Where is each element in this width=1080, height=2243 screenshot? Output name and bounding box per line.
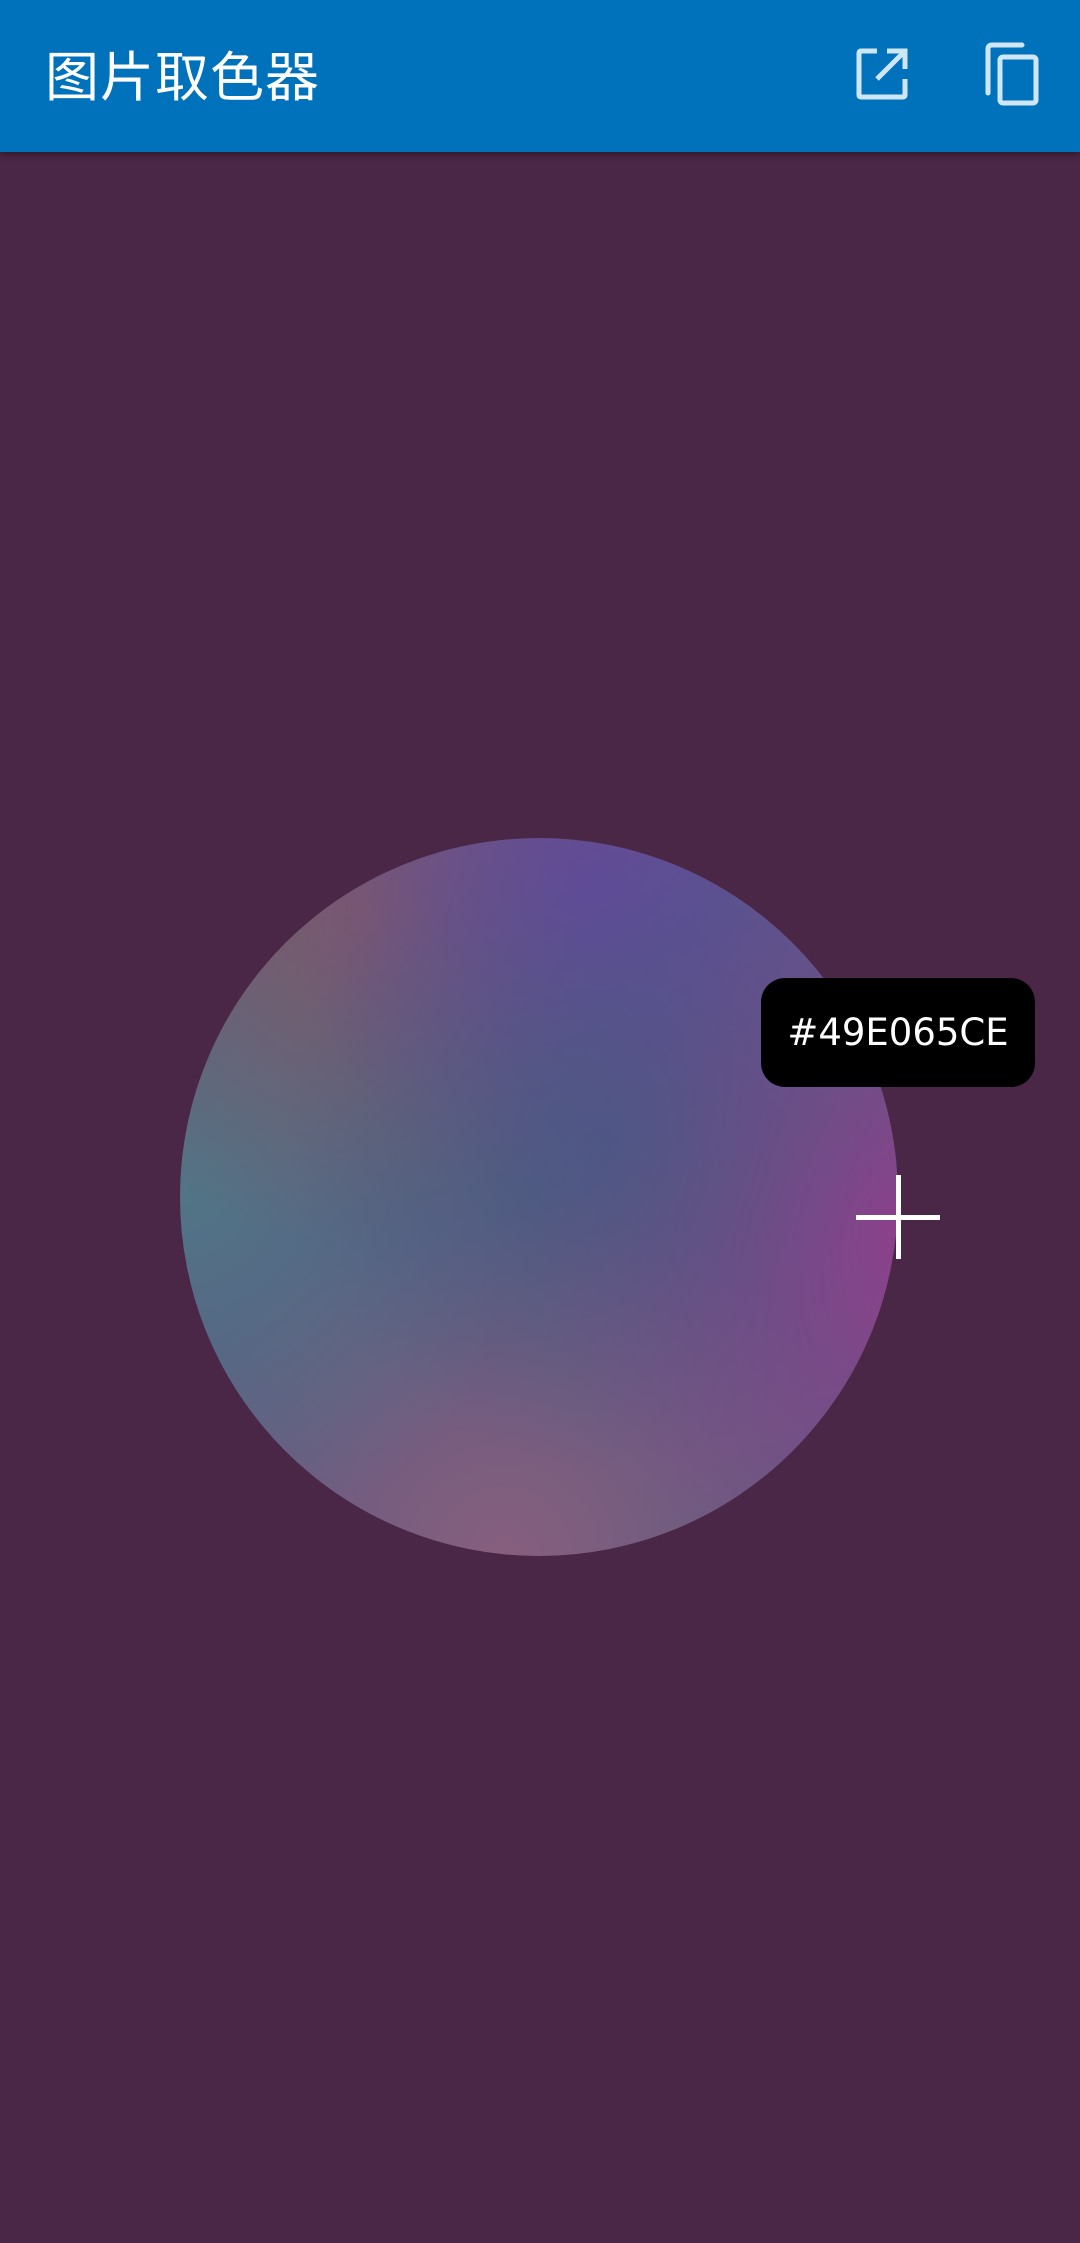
crosshair-picker[interactable] (856, 1175, 940, 1259)
crosshair-vertical (896, 1175, 901, 1259)
app-title: 图片取色器 (45, 46, 320, 109)
app-bar: 图片取色器 (0, 0, 1080, 152)
copy-button[interactable] (972, 36, 1052, 116)
copy-icon (982, 41, 1042, 111)
open-in-new-icon (853, 45, 911, 107)
source-image[interactable] (180, 838, 898, 1556)
open-external-button[interactable] (842, 36, 922, 116)
color-value-tooltip: #49E065CE (761, 978, 1035, 1087)
color-hex-label: #49E065CE (787, 1011, 1009, 1054)
